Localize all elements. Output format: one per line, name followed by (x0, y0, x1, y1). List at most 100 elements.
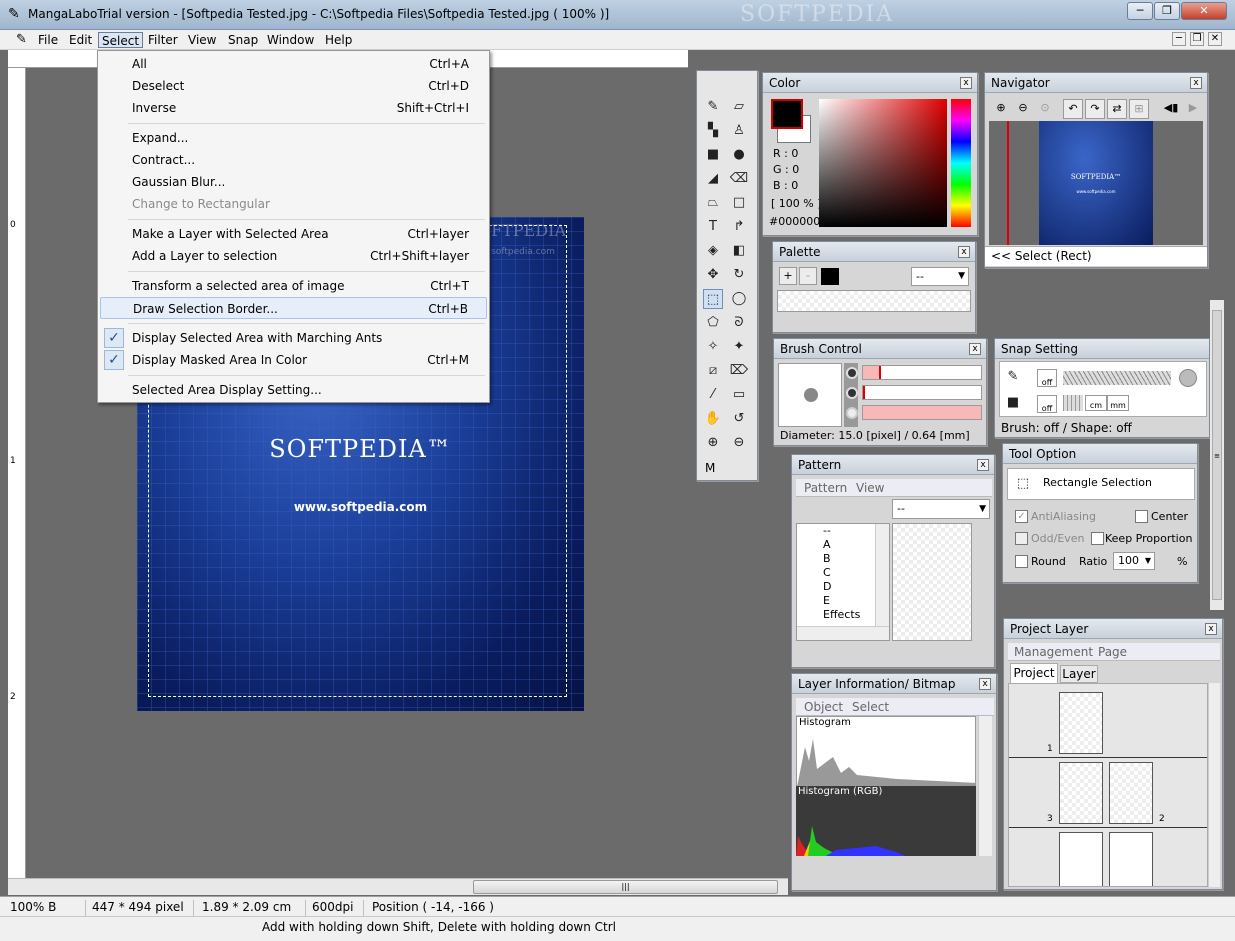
menu-filter[interactable]: Filter (145, 32, 181, 48)
close-icon[interactable]: x (960, 77, 972, 89)
menu-help[interactable]: Help (322, 32, 355, 48)
menu-snap[interactable]: Snap (225, 32, 261, 48)
rotate-left-icon[interactable]: ↶ (1063, 99, 1083, 119)
tree-item[interactable]: E (823, 594, 830, 607)
rotate-icon[interactable]: ↻ (729, 265, 749, 285)
tree-item[interactable]: A (823, 538, 831, 551)
grid-snap-icon[interactable] (1063, 395, 1083, 411)
page-row[interactable]: 3 2 (1009, 760, 1207, 828)
menu-item-inverse[interactable]: Inverse Shift+Ctrl+I (100, 97, 487, 119)
fill-bucket-icon[interactable]: ◈ (703, 241, 723, 261)
menu-item-add-layer[interactable]: Add a Layer to selection Ctrl+Shift+layer (100, 245, 487, 267)
vertical-scrollbar[interactable]: ≡ (1210, 300, 1224, 610)
menu-item-draw-selection-border[interactable]: Draw Selection Border... Ctrl+B (100, 297, 487, 319)
vertical-scrollbar-thumb[interactable]: ≡ (1212, 310, 1222, 600)
zoom-out-icon[interactable]: ⊖ (1013, 99, 1033, 119)
palette-swatches[interactable] (777, 290, 971, 312)
ellipse-select-icon[interactable]: ◯ (729, 289, 749, 309)
zoom-out-icon[interactable]: ⊖ (729, 433, 749, 453)
cm-unit[interactable]: cm (1085, 395, 1107, 411)
brush-density-slider[interactable] (862, 385, 982, 400)
brush-opacity-slider[interactable] (862, 405, 982, 420)
minimize-button[interactable]: ─ (1127, 2, 1153, 20)
zoom-in-icon[interactable]: ⊕ (703, 433, 723, 453)
center-checkbox[interactable] (1135, 510, 1148, 523)
horizontal-scrollbar[interactable]: ||| (8, 878, 788, 895)
flip-icon[interactable]: ⇄ (1107, 99, 1127, 119)
menu-view[interactable]: View (185, 32, 219, 48)
gradient-icon[interactable]: ◧ (729, 241, 749, 261)
rotate-right-icon[interactable]: ↷ (1085, 99, 1105, 119)
navigator-preview[interactable]: SOFTPEDIA™ www.softpedia.com (989, 121, 1203, 245)
brush-snap-off[interactable]: off (1037, 369, 1057, 387)
page-list-scrollbar[interactable] (1208, 683, 1220, 887)
pattern-tab[interactable]: Pattern (804, 481, 847, 495)
menu-item-expand[interactable]: Expand... (100, 127, 487, 149)
polygon-fill-icon[interactable]: ◢ (703, 169, 723, 189)
hue-slider[interactable] (951, 99, 971, 227)
close-icon[interactable]: x (979, 678, 991, 690)
foreground-color-swatch[interactable] (771, 99, 803, 129)
page-thumbnail[interactable] (1109, 762, 1153, 824)
ruler-icon[interactable]: ▭ (729, 385, 749, 405)
scrollbar-thumb[interactable]: ||| (473, 880, 778, 894)
menu-item-masked-color[interactable]: ✓ Display Masked Area In Color Ctrl+M (100, 349, 487, 371)
menu-item-make-layer[interactable]: Make a Layer with Selected Area Ctrl+laye… (100, 223, 487, 245)
tree-item[interactable]: B (823, 552, 831, 565)
rect-fill-icon[interactable]: ■ (703, 145, 723, 165)
page-thumbnail[interactable] (1109, 832, 1153, 886)
circle-fill-icon[interactable]: ● (729, 145, 749, 165)
menu-item-marching-ants[interactable]: ✓ Display Selected Area with Marching Ant… (100, 327, 487, 349)
trapezoid-icon[interactable]: ⏢ (703, 193, 723, 213)
shape-snap-icon[interactable]: ■ (1003, 393, 1023, 413)
view-tab[interactable]: View (856, 481, 884, 495)
object-tab[interactable]: Object (804, 700, 843, 714)
brush-opacity-icon[interactable] (846, 407, 858, 419)
page-thumbnail[interactable] (1059, 832, 1103, 886)
close-icon[interactable]: x (1205, 623, 1217, 635)
text-icon[interactable]: T (703, 217, 723, 237)
menu-select[interactable]: Select (98, 32, 144, 48)
menu-edit[interactable]: Edit (66, 32, 95, 48)
lasso-poly-icon[interactable]: ⬠ (703, 313, 723, 333)
snap-modes-row[interactable] (1063, 371, 1171, 385)
menu-item-all[interactable]: All Ctrl+A (100, 53, 487, 75)
tree-item[interactable]: -- (823, 524, 831, 537)
menu-file[interactable]: File (35, 32, 61, 48)
page-thumbnail[interactable] (1059, 762, 1103, 824)
move-icon[interactable]: ✥ (703, 265, 723, 285)
tree-item[interactable]: C (823, 566, 831, 579)
round-checkbox[interactable] (1015, 555, 1028, 568)
dither-icon[interactable]: ▚ (703, 121, 723, 141)
close-icon[interactable]: x (1190, 77, 1202, 89)
tree-scrollbar[interactable] (875, 524, 889, 626)
close-icon[interactable]: x (958, 246, 970, 258)
tree-hscrollbar[interactable] (797, 626, 889, 640)
rect-select-icon[interactable]: ⬚ (703, 289, 723, 309)
menu-item-deselect[interactable]: Deselect Ctrl+D (100, 75, 487, 97)
palette-swatch[interactable] (821, 268, 839, 285)
layer-info-scrollbar[interactable] (978, 716, 992, 856)
page-thumbnail[interactable] (1059, 692, 1103, 754)
snap-toggle-icon[interactable] (1179, 369, 1197, 387)
pattern-select[interactable]: -- ▼ (892, 499, 990, 519)
doc-minimize-icon[interactable]: ─ (1172, 32, 1186, 46)
management-menu[interactable]: Management (1014, 645, 1093, 659)
menu-item-display-setting[interactable]: Selected Area Display Setting... (100, 379, 487, 401)
tree-item[interactable]: D (823, 580, 831, 593)
select-pen-icon[interactable]: ⧄ (703, 361, 723, 381)
lasso-icon[interactable]: ᘐ (729, 313, 749, 333)
pen-curve-icon[interactable]: ↱ (729, 217, 749, 237)
close-icon[interactable]: x (969, 343, 981, 355)
menu-item-contract[interactable]: Contract... (100, 149, 487, 171)
menu-item-transform[interactable]: Transform a selected area of image Ctrl+T (100, 275, 487, 297)
prev-icon[interactable]: ◀▮ (1161, 99, 1181, 119)
page-menu[interactable]: Page (1098, 645, 1127, 659)
stamp-icon[interactable]: ♙ (729, 121, 749, 141)
hand-icon[interactable]: ✋ (703, 409, 723, 429)
maximize-button[interactable]: ❐ (1154, 2, 1180, 20)
palette-select[interactable]: -- ▼ (911, 267, 969, 286)
eraser-shape-icon[interactable]: ⌫ (729, 169, 749, 189)
add-color-button[interactable]: + (779, 267, 797, 285)
brush-density-icon[interactable] (846, 387, 858, 399)
